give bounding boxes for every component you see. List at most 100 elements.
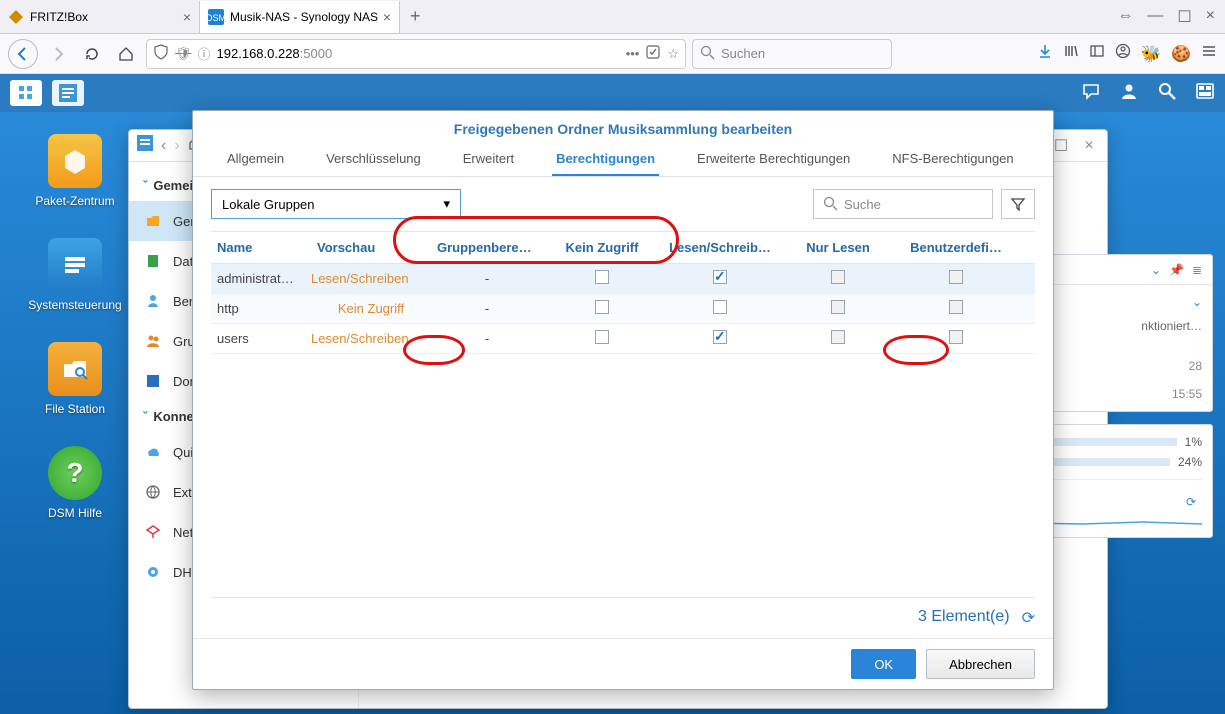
checkbox-custom[interactable] <box>949 270 963 284</box>
chevron-down-icon[interactable]: ⌄ <box>1151 263 1161 277</box>
cpu-percent: 1% <box>1185 435 1202 449</box>
fritzbox-icon <box>8 9 24 25</box>
pin-icon[interactable]: 📌 <box>1169 263 1184 277</box>
shield-icon <box>153 44 169 63</box>
forward-button[interactable] <box>44 40 72 68</box>
desktop-icon-paketzentrum[interactable]: Paket-Zentrum <box>35 134 114 208</box>
checkbox-readonly[interactable] <box>831 300 845 314</box>
sidebar-icon[interactable] <box>1089 43 1105 64</box>
dsm-search-icon[interactable] <box>1157 81 1177 106</box>
search-icon <box>822 195 838 214</box>
permissions-search[interactable]: Suche <box>813 189 993 219</box>
browser-tab-fritzbox[interactable]: FRITZ!Box × <box>0 1 200 33</box>
folder-icon <box>143 211 163 231</box>
checkbox-readonly[interactable] <box>831 330 845 344</box>
more-icon[interactable]: ≣ <box>1192 263 1202 277</box>
filter-button[interactable] <box>1001 189 1035 219</box>
checkbox-readwrite[interactable] <box>713 300 727 314</box>
col-noaccess[interactable]: Kein Zugriff <box>543 232 661 263</box>
home-button[interactable] <box>112 40 140 68</box>
tab-allgemein[interactable]: Allgemein <box>223 143 288 176</box>
ext1-icon[interactable]: 🐝 <box>1141 44 1161 64</box>
browser-tab-synology[interactable]: DSM Musik-NAS - Synology NAS × <box>200 1 400 33</box>
desktop-icon-label: Paket-Zentrum <box>35 194 114 208</box>
window-maximize-icon[interactable]: ☐ <box>1177 7 1191 27</box>
cell-group: - <box>431 271 543 286</box>
tab-berechtigungen[interactable]: Berechtigungen <box>552 143 659 176</box>
desktop-icon-filestation[interactable]: File Station <box>45 342 105 416</box>
tab-verschluesselung[interactable]: Verschlüsselung <box>322 143 425 176</box>
back-button[interactable] <box>8 39 38 69</box>
cancel-button[interactable]: Abbrechen <box>926 649 1035 679</box>
col-groupperm[interactable]: Gruppenberec… <box>431 232 543 263</box>
search-icon <box>699 44 715 63</box>
refresh-icon[interactable]: ⟳ <box>1022 608 1035 628</box>
reader-icon[interactable] <box>645 44 661 63</box>
window-close-icon[interactable]: × <box>1206 7 1215 27</box>
checkbox-noaccess[interactable] <box>595 270 609 284</box>
col-custom[interactable]: Benutzerdefi… <box>897 232 1015 263</box>
table-row[interactable]: administrat… Lesen/Schreiben - <box>211 264 1035 294</box>
library-icon[interactable] <box>1063 43 1079 64</box>
tab-erweiterte-berechtigungen[interactable]: Erweiterte Berechtigungen <box>693 143 854 176</box>
refresh-icon[interactable]: ⟳ <box>1186 495 1196 509</box>
dsm-topbar <box>0 74 1225 112</box>
window-close-icon[interactable]: × <box>1079 137 1099 155</box>
element-count: 3 Element(e) <box>918 608 1010 628</box>
dsm-chat-icon[interactable] <box>1081 81 1101 106</box>
more-icon[interactable]: ••• <box>626 46 640 61</box>
downloads-icon[interactable] <box>1037 43 1053 64</box>
browser-tabstrip: FRITZ!Box × DSM Musik-NAS - Synology NAS… <box>0 0 1225 34</box>
col-readwrite[interactable]: Lesen/Schreib… <box>661 232 779 263</box>
dsm-main-menu[interactable] <box>10 80 42 106</box>
window-minimize-icon[interactable]: — <box>1147 7 1163 27</box>
permissions-table: Name Vorschau Gruppenberec… Kein Zugriff… <box>211 231 1035 354</box>
desktop-icon-systemsteuerung[interactable]: Systemsteuerung <box>28 238 121 312</box>
checkbox-custom[interactable] <box>949 330 963 344</box>
col-name[interactable]: Name <box>211 232 311 263</box>
tab-erweitert[interactable]: Erweitert <box>459 143 518 176</box>
close-icon[interactable]: × <box>383 9 391 25</box>
ext2-icon[interactable]: 🍪 <box>1171 44 1191 64</box>
dsm-taskbar-controlpanel[interactable] <box>52 80 84 106</box>
table-row[interactable]: users Lesen/Schreiben - <box>211 324 1035 354</box>
domain-icon <box>143 371 163 391</box>
nav-fwd-icon[interactable]: › <box>174 137 179 155</box>
ok-button[interactable]: OK <box>851 649 916 679</box>
table-row[interactable]: http Kein Zugriff - <box>211 294 1035 324</box>
checkbox-readwrite[interactable] <box>713 330 727 344</box>
resize-icon[interactable]: ⇔ <box>1117 7 1133 27</box>
control-panel-icon <box>48 238 102 292</box>
edit-shared-folder-dialog: Freigegebenen Ordner Musiksammlung bearb… <box>192 110 1054 690</box>
checkbox-noaccess[interactable] <box>595 300 609 314</box>
info-icon: ⓘ <box>198 44 211 63</box>
dsm-user-icon[interactable] <box>1119 81 1139 106</box>
bookmark-star-icon[interactable]: ☆ <box>667 46 679 62</box>
account-icon[interactable] <box>1115 43 1131 64</box>
col-preview[interactable]: Vorschau <box>311 232 431 263</box>
reload-button[interactable] <box>78 40 106 68</box>
tab-label: FRITZ!Box <box>30 10 88 24</box>
checkbox-readonly[interactable] <box>831 270 845 284</box>
checkbox-custom[interactable] <box>949 300 963 314</box>
menu-icon[interactable] <box>1201 43 1217 64</box>
nav-back-icon[interactable]: ‹ <box>161 137 166 155</box>
browser-search[interactable]: Suchen <box>692 39 892 69</box>
dsm-widgets-icon[interactable] <box>1195 81 1215 106</box>
group-icon <box>143 331 163 351</box>
group-type-dropdown[interactable]: Lokale Gruppen ▾ <box>211 189 461 219</box>
checkbox-readwrite[interactable] <box>713 270 727 284</box>
close-icon[interactable]: × <box>183 9 191 25</box>
window-maximize-icon[interactable]: ☐ <box>1051 136 1071 156</box>
cell-preview: Kein Zugriff <box>311 301 431 316</box>
checkbox-noaccess[interactable] <box>595 330 609 344</box>
search-placeholder: Suchen <box>721 46 765 61</box>
dsm-desktop: Paket-Zentrum Systemsteuerung File Stati… <box>0 74 1225 714</box>
desktop-icon-dsmhilfe[interactable]: ? DSM Hilfe <box>48 446 102 520</box>
tab-nfs-berechtigungen[interactable]: NFS-Berechtigungen <box>888 143 1017 176</box>
help-icon: ? <box>48 446 102 500</box>
url-bar[interactable]: 🛡 ⓘ 192.168.0.228:5000 ••• ☆ <box>146 39 686 69</box>
cell-preview: Lesen/Schreiben <box>311 331 431 346</box>
col-readonly[interactable]: Nur Lesen <box>779 232 897 263</box>
new-tab-button[interactable]: + <box>400 6 431 27</box>
